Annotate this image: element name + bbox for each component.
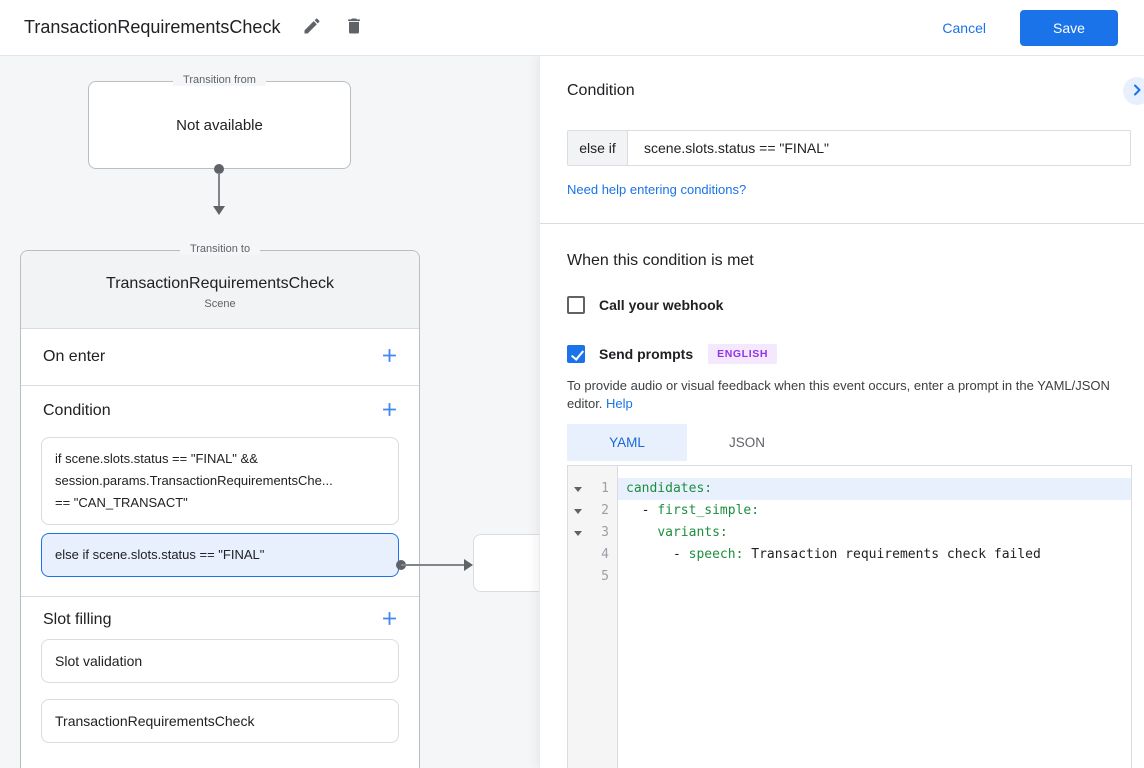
send-prompts-label: Send prompts bbox=[599, 346, 693, 362]
pencil-icon bbox=[302, 16, 322, 39]
scene-card-header[interactable]: TransactionRequirementsCheck Scene bbox=[21, 251, 419, 329]
send-prompts-row: Send prompts ENGLISH bbox=[567, 344, 777, 364]
condition-elseif-text: else if scene.slots.status == "FINAL" bbox=[55, 544, 264, 566]
line-number: 5 bbox=[588, 566, 618, 588]
condition-editor-panel: Condition else if scene.slots.status == … bbox=[540, 56, 1144, 768]
code-line: 5 bbox=[568, 566, 1131, 588]
prompt-description-text: To provide audio or visual feedback when… bbox=[567, 378, 1110, 411]
collapse-panel-button[interactable] bbox=[1123, 77, 1144, 105]
condition-expression-field[interactable]: else if scene.slots.status == "FINAL" bbox=[567, 130, 1131, 166]
code-content[interactable] bbox=[618, 566, 1131, 588]
prompt-description: To provide audio or visual feedback when… bbox=[567, 377, 1137, 413]
tab-json[interactable]: JSON bbox=[687, 424, 807, 461]
code-line: 1 candidates: bbox=[568, 478, 1131, 500]
transition-from-label: Transition from bbox=[89, 74, 350, 86]
code-line: 3 variants: bbox=[568, 522, 1131, 544]
elseif-connector-arrowhead-icon bbox=[464, 559, 473, 571]
webhook-row: Call your webhook bbox=[567, 296, 723, 314]
save-button[interactable]: Save bbox=[1020, 10, 1118, 46]
add-condition-button[interactable] bbox=[382, 402, 397, 420]
prompt-help-link[interactable]: Help bbox=[606, 396, 633, 411]
tab-yaml[interactable]: YAML bbox=[567, 424, 687, 461]
edit-name-button[interactable] bbox=[302, 16, 322, 39]
main-area: Transition from Not available Transition… bbox=[0, 56, 1144, 768]
slot-filling-section: Slot filling Slot validation Transaction… bbox=[21, 597, 419, 763]
line-number: 1 bbox=[588, 478, 618, 500]
code-line: 2 - first_simple: bbox=[568, 500, 1131, 522]
when-met-heading: When this condition is met bbox=[567, 252, 754, 270]
transition-from-node[interactable]: Transition from Not available bbox=[88, 81, 351, 169]
slot-item-label: TransactionRequirementsCheck bbox=[55, 713, 254, 729]
fold-arrow-icon bbox=[574, 531, 582, 536]
add-slot-button[interactable] bbox=[382, 611, 397, 629]
code-line: 4 - speech: Transaction requirements che… bbox=[568, 544, 1131, 566]
scene-name: TransactionRequirementsCheck bbox=[106, 275, 334, 293]
plus-icon bbox=[382, 402, 397, 420]
connector-arrowhead-down-icon bbox=[213, 206, 225, 215]
chevron-right-icon bbox=[1131, 84, 1143, 99]
fold-arrow-icon bbox=[574, 509, 582, 514]
slot-item-validation[interactable]: Slot validation bbox=[41, 639, 399, 683]
editor-tabs: YAML JSON bbox=[567, 424, 807, 461]
delete-scene-button[interactable] bbox=[344, 16, 364, 39]
slot-item-transaction[interactable]: TransactionRequirementsCheck bbox=[41, 699, 399, 743]
line-number: 2 bbox=[588, 500, 618, 522]
code-content[interactable]: - speech: Transaction requirements check… bbox=[618, 544, 1131, 566]
scene-type: Scene bbox=[204, 298, 235, 310]
plus-icon bbox=[382, 611, 397, 629]
fold-toggle[interactable] bbox=[568, 522, 588, 544]
conditions-help-link[interactable]: Need help entering conditions? bbox=[567, 182, 746, 197]
on-enter-row[interactable]: On enter bbox=[21, 329, 419, 386]
scene-card: Transition to TransactionRequirementsChe… bbox=[20, 250, 420, 768]
elseif-connector-line bbox=[401, 564, 465, 566]
connector-vertical-line bbox=[218, 173, 220, 207]
cancel-button[interactable]: Cancel bbox=[942, 20, 986, 36]
condition-item-elseif-selected[interactable]: else if scene.slots.status == "FINAL" bbox=[41, 533, 399, 577]
fold-spacer bbox=[568, 566, 588, 588]
plus-icon bbox=[382, 348, 397, 366]
top-bar: TransactionRequirementsCheck Cancel Save bbox=[0, 0, 1144, 56]
condition-section-label: Condition bbox=[43, 402, 111, 420]
slot-item-label: Slot validation bbox=[55, 653, 142, 669]
condition-if-line: == "CAN_TRANSACT" bbox=[55, 492, 385, 514]
fold-toggle[interactable] bbox=[568, 500, 588, 522]
transition-from-value: Not available bbox=[176, 117, 263, 134]
on-enter-label: On enter bbox=[43, 348, 105, 366]
code-content[interactable]: variants: bbox=[618, 522, 1131, 544]
condition-section: Condition if scene.slots.status == "FINA… bbox=[21, 386, 419, 597]
trash-icon bbox=[344, 16, 364, 39]
line-number: 4 bbox=[588, 544, 618, 566]
code-content[interactable]: - first_simple: bbox=[618, 500, 1131, 522]
code-content[interactable]: candidates: bbox=[618, 478, 1131, 500]
fold-toggle[interactable] bbox=[568, 478, 588, 500]
condition-item-if[interactable]: if scene.slots.status == "FINAL" && sess… bbox=[41, 437, 399, 525]
line-number: 3 bbox=[588, 522, 618, 544]
section-divider bbox=[540, 223, 1144, 224]
page-title: TransactionRequirementsCheck bbox=[24, 17, 280, 38]
fold-spacer bbox=[568, 544, 588, 566]
language-badge: ENGLISH bbox=[708, 344, 777, 364]
panel-condition-heading: Condition bbox=[567, 82, 635, 100]
condition-expression-input[interactable]: scene.slots.status == "FINAL" bbox=[628, 131, 1130, 165]
send-prompts-checkbox[interactable] bbox=[567, 345, 585, 363]
call-webhook-label: Call your webhook bbox=[599, 297, 723, 313]
condition-if-line: session.params.TransactionRequirementsCh… bbox=[55, 470, 385, 492]
slot-filling-label: Slot filling bbox=[43, 611, 111, 629]
fold-arrow-icon bbox=[574, 487, 582, 492]
add-on-enter-button[interactable] bbox=[382, 348, 397, 366]
condition-if-line: if scene.slots.status == "FINAL" && bbox=[55, 448, 385, 470]
call-webhook-checkbox[interactable] bbox=[567, 296, 585, 314]
condition-prefix: else if bbox=[568, 131, 628, 165]
yaml-code-editor[interactable]: 1 candidates: 2 - first_simple: 3 varian… bbox=[567, 465, 1132, 768]
